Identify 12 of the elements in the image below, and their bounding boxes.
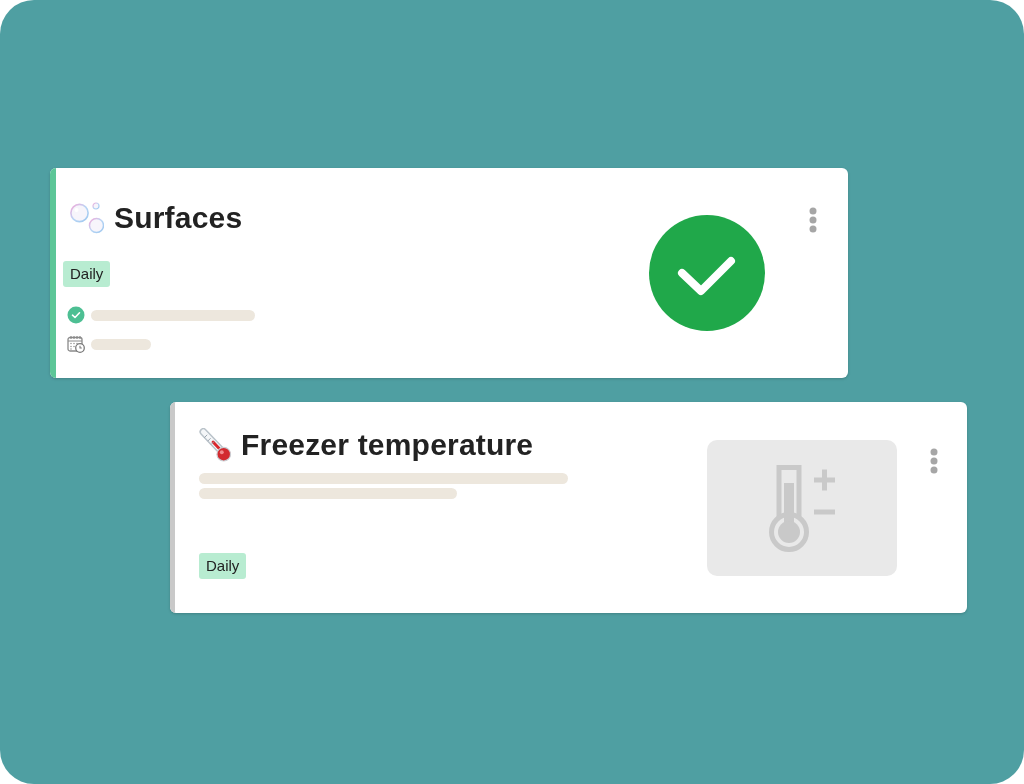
check-circle-icon [67, 306, 85, 324]
card-title: Surfaces [114, 200, 243, 236]
more-options-icon[interactable] [930, 448, 938, 474]
thermometer-icon [198, 428, 232, 462]
frequency-tag: Daily [63, 261, 111, 287]
bubbles-icon [70, 201, 104, 235]
more-options-icon[interactable] [809, 207, 817, 233]
card-title: Freezer temperature [241, 427, 534, 463]
calendar-clock-icon [67, 335, 85, 353]
thermometer-plus-minus-icon [769, 464, 835, 552]
frequency-tag: Daily [199, 553, 247, 579]
skeleton-line [91, 338, 151, 350]
